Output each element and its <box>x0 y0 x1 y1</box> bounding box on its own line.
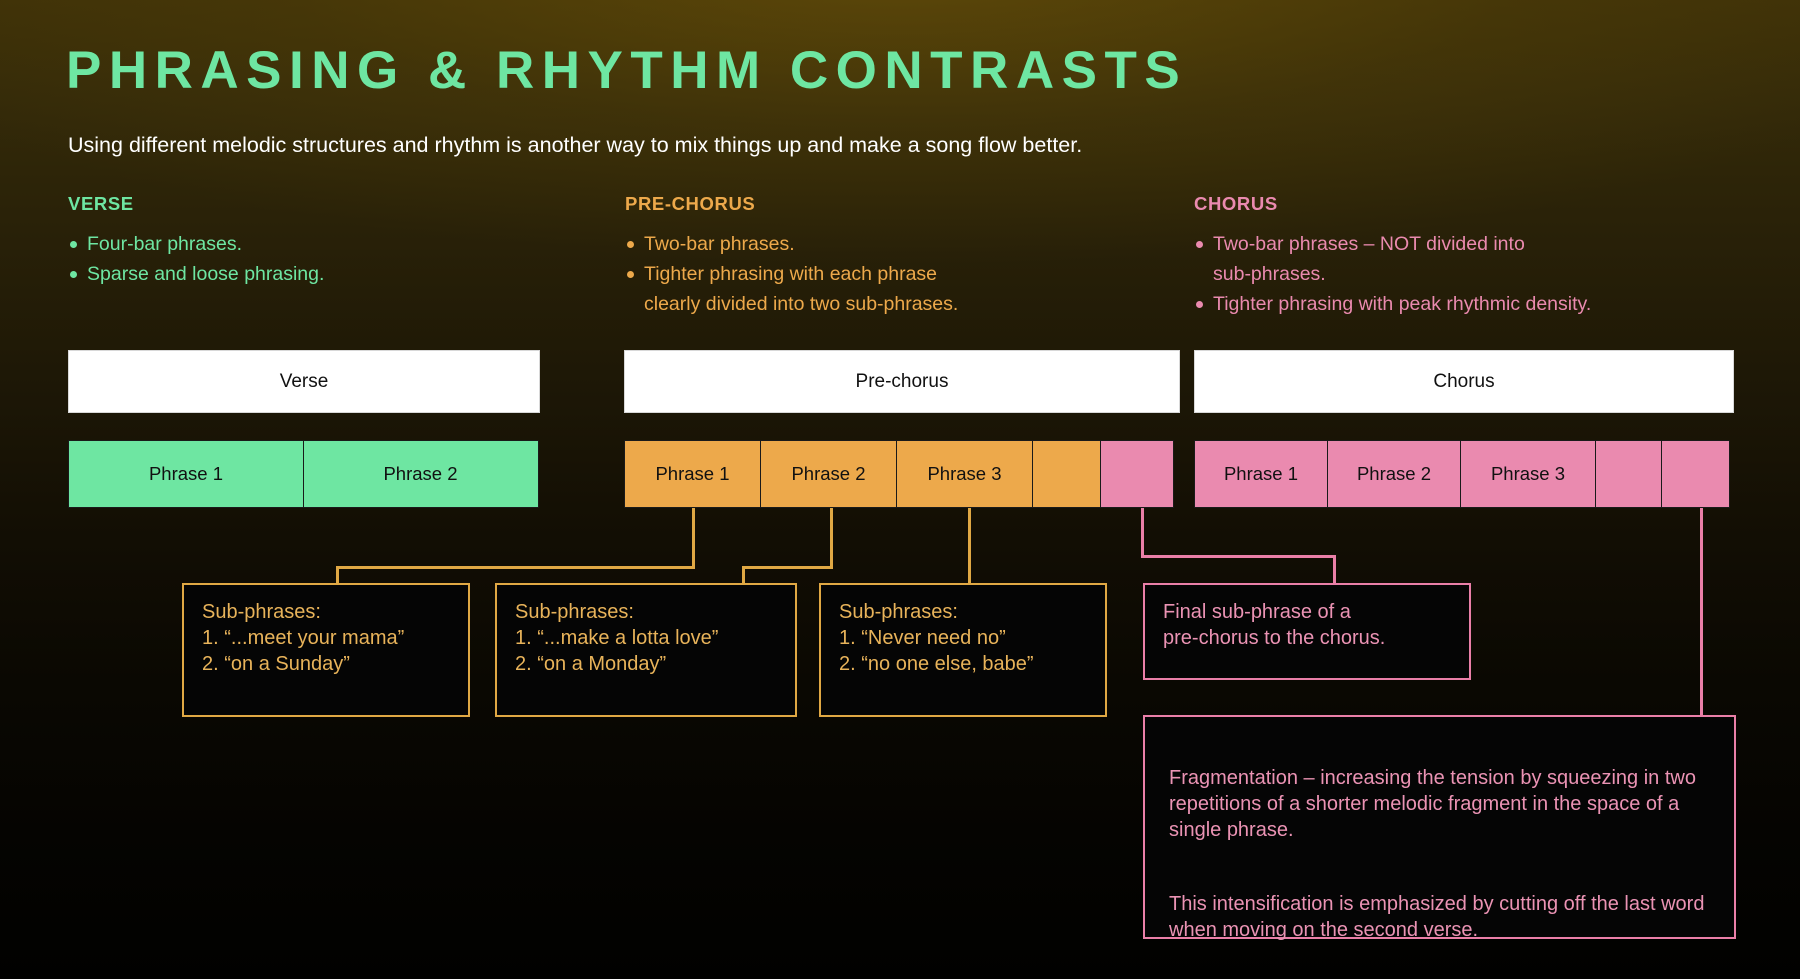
callout-subphrases-3: Sub-phrases: 1. “Never need no” 2. “no o… <box>819 583 1107 717</box>
section-bar-verse: Verse <box>68 350 540 413</box>
phrase-row-prechorus: Phrase 1 Phrase 2 Phrase 3 <box>624 440 1180 508</box>
phrase-cell: Phrase 1 <box>624 440 761 508</box>
phrase-cell: Phrase 3 <box>896 440 1033 508</box>
phrase-cell: Phrase 1 <box>68 440 304 508</box>
timeline: Verse Pre-chorus Chorus Phrase 1 Phrase … <box>0 0 1800 979</box>
callout-fragmentation: Fragmentation – increasing the tension b… <box>1143 715 1736 941</box>
phrase-row-chorus: Phrase 1 Phrase 2 Phrase 3 <box>1194 440 1734 508</box>
phrase-cell: Phrase 2 <box>1326 440 1462 508</box>
section-bar-prechorus: Pre-chorus <box>624 350 1180 413</box>
connector-line <box>1700 508 1703 718</box>
infographic-root: PHRASING & RHYTHM CONTRASTS Using differ… <box>0 0 1800 979</box>
phrase-cell: Phrase 3 <box>1460 440 1596 508</box>
callout-paragraph: Fragmentation – increasing the tension b… <box>1169 767 1696 841</box>
connector-line <box>742 566 832 569</box>
callout-paragraph: This intensification is emphasized by cu… <box>1169 893 1705 941</box>
connector-line <box>830 508 833 569</box>
callout-final-subphrase: Final sub-phrase of a pre-chorus to the … <box>1143 583 1471 680</box>
connector-line <box>1333 555 1336 584</box>
connector-line <box>1141 508 1144 557</box>
callout-subphrases-2: Sub-phrases: 1. “...make a lotta love” 2… <box>495 583 797 717</box>
phrase-row-verse: Phrase 1 Phrase 2 <box>68 440 540 508</box>
callout-subphrases-1: Sub-phrases: 1. “...meet your mama” 2. “… <box>182 583 470 717</box>
connector-line <box>1141 555 1335 558</box>
section-bar-chorus: Chorus <box>1194 350 1734 413</box>
phrase-cell: Phrase 2 <box>302 440 539 508</box>
connector-line <box>968 508 971 586</box>
phrase-cell-fragment <box>1594 440 1663 508</box>
connector-line <box>692 508 695 569</box>
phrase-cell-fragment <box>1661 440 1730 508</box>
phrase-cell-fragment <box>1031 440 1102 508</box>
phrase-cell-final-subphrase <box>1100 440 1174 508</box>
connector-line <box>336 566 695 569</box>
phrase-cell: Phrase 1 <box>1194 440 1328 508</box>
phrase-cell: Phrase 2 <box>759 440 898 508</box>
